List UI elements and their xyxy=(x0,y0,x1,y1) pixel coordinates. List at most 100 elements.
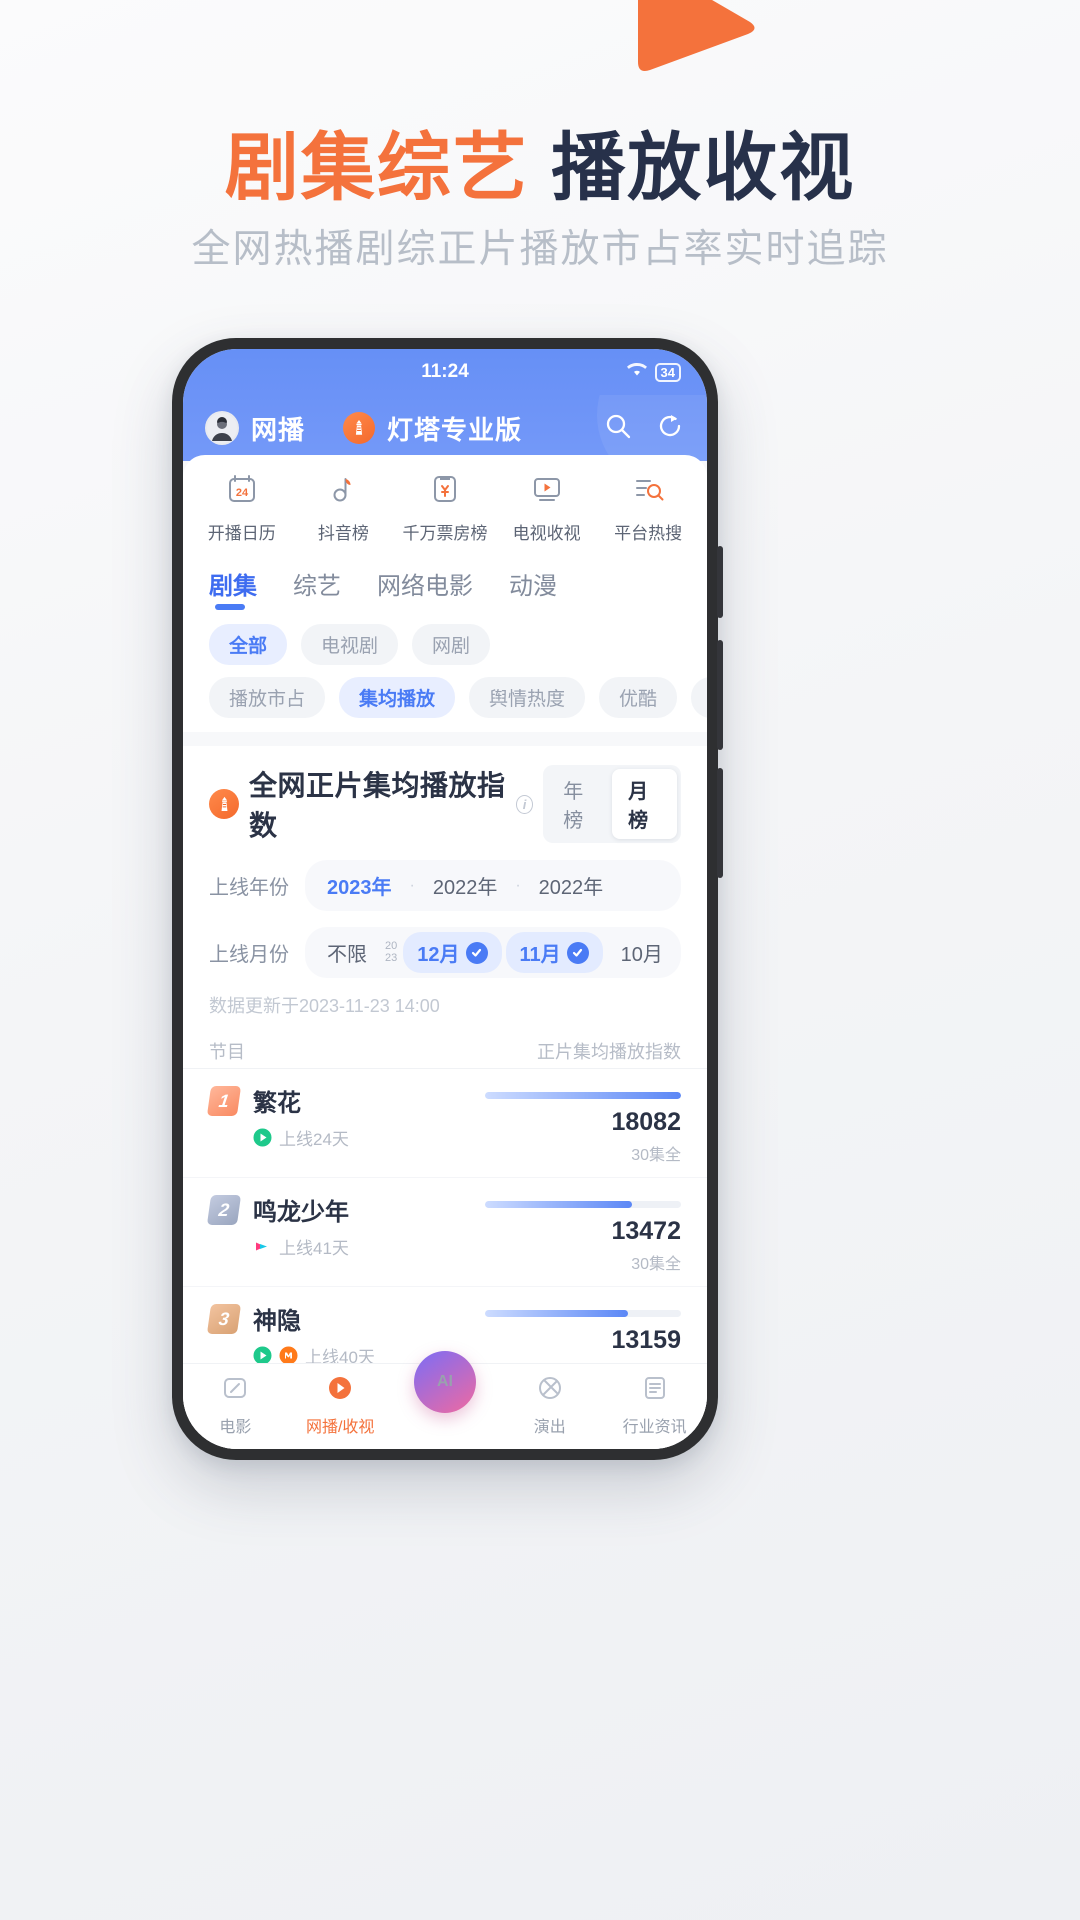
quicknav-item-boxoffice[interactable]: 千万票房榜 xyxy=(397,471,493,544)
movie-icon xyxy=(220,1373,250,1408)
bottom-nav-wangbo[interactable]: 网播/收视 xyxy=(292,1373,388,1437)
row-value: 13159 xyxy=(611,1326,681,1354)
separator-dot: · xyxy=(515,876,521,894)
quicknav-label: 平台热搜 xyxy=(614,524,683,543)
status-indicators: 34 xyxy=(626,361,681,383)
year-filter-pills: 2023年 · 2022年 · 2022年 xyxy=(305,860,681,911)
bottom-nav-movie[interactable]: 电影 xyxy=(187,1373,283,1437)
row-main: 鸣龙少年 上线41天 xyxy=(253,1192,485,1259)
page-subtitle: 全网热播剧综正片播放市占率实时追踪 xyxy=(191,228,889,271)
month-option-10[interactable]: 10月 xyxy=(607,932,677,973)
section-title: 全网正片集均播放指数 xyxy=(249,770,506,841)
table-row[interactable]: 1 繁花 上线24天 18082 30集全 xyxy=(183,1069,707,1178)
phone-side-button xyxy=(717,768,723,878)
chip-all[interactable]: 全部 xyxy=(209,624,288,665)
list-header-right: 正片集均播放指数 xyxy=(537,1042,681,1062)
brand-title: 灯塔专业版 xyxy=(387,414,523,445)
svg-text:24: 24 xyxy=(236,487,249,499)
quicknav-item-douyin[interactable]: 抖音榜 xyxy=(295,471,391,544)
chip-web-drama[interactable]: 网剧 xyxy=(412,624,491,665)
status-bar: 11:24 34 xyxy=(183,349,707,395)
page-title-secondary: 播放收视 xyxy=(551,126,856,209)
year-mini-bottom: 23 xyxy=(385,951,398,964)
app-bar: 网播 灯塔专业版 xyxy=(183,395,707,461)
bar-fill xyxy=(485,1201,632,1208)
rank-badge: 2 xyxy=(206,1195,242,1225)
row-episodes: 30集全 xyxy=(631,1147,681,1164)
calendar-24-icon: 24 xyxy=(224,471,260,512)
tab-wangluodianying[interactable]: 网络电影 xyxy=(377,566,473,612)
user-avatar-icon[interactable] xyxy=(205,411,239,445)
type-chip-row: 全部 电视剧 网剧 xyxy=(183,612,707,665)
battery-indicator: 34 xyxy=(654,362,681,382)
row-episodes: 30集全 xyxy=(631,1256,681,1273)
share-icon[interactable] xyxy=(655,411,685,446)
phone-screen: 11:24 34 网播 灯塔专业版 24 开播日历 抖音榜 千万票房榜 电视收视… xyxy=(183,349,707,1449)
status-time: 11:24 xyxy=(421,361,469,382)
segment-year[interactable]: 年榜 xyxy=(547,769,612,839)
tab-zongyi[interactable]: 综艺 xyxy=(293,566,341,612)
quicknav-label: 电视收视 xyxy=(512,524,581,543)
quicknav-item-calendar[interactable]: 24 开播日历 xyxy=(194,471,290,544)
year-option-2022b[interactable]: 2022年 xyxy=(525,865,618,906)
lighthouse-icon xyxy=(209,789,239,819)
ai-icon: AI xyxy=(413,1351,476,1413)
chip-play-share[interactable]: 播放市占 xyxy=(209,677,326,718)
check-icon xyxy=(566,941,589,964)
play-logo-icon xyxy=(630,0,770,95)
year-option-2023[interactable]: 2023年 xyxy=(313,865,406,906)
quicknav-label: 千万票房榜 xyxy=(402,524,488,543)
list-header: 节目 正片集均播放指数 xyxy=(183,1024,707,1069)
row-days: 上线41天 xyxy=(279,1239,349,1258)
section-header: 全网正片集均播放指数 i 年榜 月榜 xyxy=(209,764,682,844)
year-option-2022a[interactable]: 2022年 xyxy=(419,865,512,906)
app-bar-actions xyxy=(603,411,685,446)
bottom-nav-label: 行业资讯 xyxy=(622,1419,687,1436)
metric-chip-row: 播放市占 集均播放 舆情热度 优酷 爱奇艺 腾 xyxy=(183,665,707,732)
chip-avg-play[interactable]: 集均播放 xyxy=(339,677,456,718)
tab-dongman[interactable]: 动漫 xyxy=(509,566,557,612)
segment-month[interactable]: 月榜 xyxy=(612,769,677,839)
tab-juji[interactable]: 剧集 xyxy=(209,566,257,612)
quicknav-label: 抖音榜 xyxy=(317,524,369,543)
month-option-11[interactable]: 11月 xyxy=(505,932,603,973)
row-main: 繁花 上线24天 xyxy=(253,1083,485,1150)
search-icon[interactable] xyxy=(603,411,633,446)
chip-sentiment[interactable]: 舆情热度 xyxy=(469,677,586,718)
month-option-12[interactable]: 12月 xyxy=(403,932,502,973)
rank-badge: 3 xyxy=(206,1304,242,1334)
month-label: 11月 xyxy=(519,944,561,966)
rank-badge: 1 xyxy=(206,1086,242,1116)
list-header-left: 节目 xyxy=(209,1042,245,1062)
phone-frame: 11:24 34 网播 灯塔专业版 24 开播日历 抖音榜 千万票房榜 电视收视… xyxy=(172,338,723,1460)
table-row[interactable]: 2 鸣龙少年 上线41天 13472 30集全 xyxy=(183,1178,707,1287)
bar-track xyxy=(485,1201,681,1208)
info-icon[interactable]: i xyxy=(515,794,534,814)
check-icon xyxy=(465,941,488,964)
month-option-any[interactable]: 不限 xyxy=(313,932,381,973)
chip-tv-drama[interactable]: 电视剧 xyxy=(301,624,399,665)
bottom-nav-ai[interactable]: AI xyxy=(397,1351,493,1413)
row-meta: 上线41天 xyxy=(253,1234,485,1259)
quicknav-item-hotsearch[interactable]: 平台热搜 xyxy=(600,471,696,544)
page-title: 剧集综艺 播放收视 xyxy=(0,108,1080,215)
month-filter-pills: 不限 20 23 12月 11月 10月 xyxy=(305,927,681,978)
chip-youku[interactable]: 优酷 xyxy=(599,677,678,718)
row-title: 繁花 xyxy=(253,1090,301,1117)
year-mini-label: 20 23 xyxy=(385,940,398,964)
music-note-icon xyxy=(325,471,361,512)
month-filter-label: 上线月份 xyxy=(209,944,289,966)
tv-play-icon xyxy=(529,471,565,512)
month-label: 12月 xyxy=(417,944,460,966)
quick-nav: 24 开播日历 抖音榜 千万票房榜 电视收视 平台热搜 xyxy=(183,455,707,556)
channel-name: 网播 xyxy=(251,414,306,445)
lighthouse-icon xyxy=(343,412,376,444)
bar-track xyxy=(485,1310,681,1317)
bottom-nav-show[interactable]: 演出 xyxy=(502,1373,598,1437)
bar-track xyxy=(485,1092,681,1099)
row-days: 上线24天 xyxy=(279,1130,349,1149)
chip-iqiyi[interactable]: 爱奇艺 xyxy=(691,677,707,718)
quicknav-item-tv[interactable]: 电视收视 xyxy=(499,471,595,544)
bottom-nav-news[interactable]: 行业资讯 xyxy=(607,1373,703,1437)
row-value: 13472 xyxy=(611,1217,681,1245)
